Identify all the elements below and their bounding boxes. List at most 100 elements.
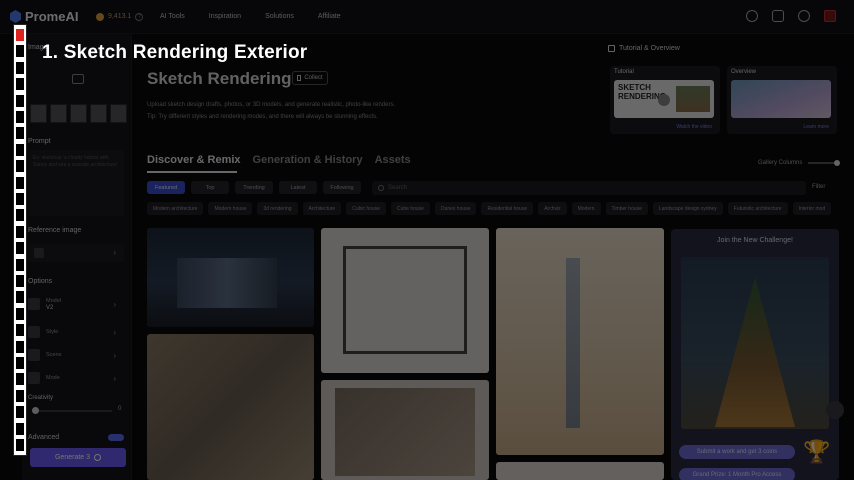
model-option[interactable]: Model V2 › xyxy=(28,295,124,313)
model-label: Model xyxy=(46,297,61,304)
filter-featured[interactable]: Featured xyxy=(147,181,185,194)
tag-chips: Modern architecture Modern house 3d render… xyxy=(147,202,841,215)
advanced-toggle[interactable] xyxy=(108,434,124,441)
prompt-input[interactable]: Ex: sketchup 'a cloudy harbor with Sanny… xyxy=(28,150,124,216)
generate-button[interactable]: Generate 3 xyxy=(30,448,126,467)
tag-chip[interactable]: 3d rendering xyxy=(257,202,298,215)
tag-chip[interactable]: Archviz xyxy=(538,202,567,215)
challenge-card[interactable]: Join the New Challenge! Submit a work an… xyxy=(671,229,839,480)
gallery-card[interactable] xyxy=(321,380,489,480)
nav-link-ai-tools[interactable]: AI Tools xyxy=(160,13,185,20)
overview-card[interactable]: Overview Learn more xyxy=(727,66,837,134)
style-option[interactable]: Style › xyxy=(28,323,124,341)
tag-chip[interactable]: Futuristic architecture xyxy=(727,202,788,215)
tag-chip[interactable]: Timber house xyxy=(605,202,648,215)
sample-thumb[interactable] xyxy=(30,104,47,123)
coin-balance[interactable]: 9,413.1 ? xyxy=(96,12,160,21)
active-tab-indicator xyxy=(147,171,237,173)
tag-chip[interactable]: Cube house xyxy=(391,202,430,215)
profile-icon[interactable] xyxy=(824,10,836,22)
tab-generation-history[interactable]: Generation & History xyxy=(253,154,363,166)
collect-button[interactable]: Collect xyxy=(292,71,328,85)
floor-plan-image xyxy=(343,246,467,354)
sample-thumb[interactable] xyxy=(50,104,67,123)
sample-thumb[interactable] xyxy=(70,104,87,123)
filter-button[interactable]: Filter xyxy=(812,184,825,190)
step-segment xyxy=(16,291,24,304)
tag-chip[interactable]: Landscape design sydney xyxy=(652,202,723,215)
step-segment xyxy=(16,127,24,140)
grand-prize-button[interactable]: Grand Prize: 1 Month Pro Access xyxy=(679,468,795,480)
globe-icon[interactable] xyxy=(798,10,810,22)
search-input[interactable]: Search xyxy=(372,181,806,195)
play-icon[interactable] xyxy=(658,94,670,106)
gallery-columns-slider[interactable] xyxy=(808,160,841,166)
upload-image-icon[interactable] xyxy=(72,74,84,84)
tag-chip[interactable]: Cubic house xyxy=(346,202,386,215)
nav-link-affiliate[interactable]: Affiliate xyxy=(318,13,341,20)
top-nav: PromeAI 9,413.1 ? AI Tools Inspiration S… xyxy=(0,0,854,34)
share-icon[interactable] xyxy=(826,401,844,419)
tag-chip[interactable]: Residential house xyxy=(481,202,534,215)
gallery-columns-control: Gallery Columns xyxy=(758,160,841,166)
gallery-card[interactable] xyxy=(321,228,489,373)
step-segment xyxy=(16,307,24,320)
overview-card-title: Overview xyxy=(731,69,757,75)
tag-chip[interactable]: Dunes house xyxy=(434,202,477,215)
submit-work-button[interactable]: Submit a work and get 3 coins xyxy=(679,445,795,459)
watch-video-link[interactable]: Watch the video xyxy=(676,124,712,130)
tutorial-thumbnail[interactable]: SKETCH RENDERING xyxy=(614,80,714,118)
step-segment xyxy=(16,357,24,369)
tutorial-card-title: Tutorial xyxy=(614,69,634,75)
tutorial-card[interactable]: Tutorial SKETCH RENDERING Watch the vide… xyxy=(610,66,720,134)
scene-label: Scene xyxy=(46,351,62,358)
filter-latest[interactable]: Latest xyxy=(279,181,317,194)
gallery-card[interactable] xyxy=(496,462,664,480)
creativity-value: 0 xyxy=(118,406,122,412)
creativity-slider-handle[interactable] xyxy=(32,407,39,414)
step-segment xyxy=(16,209,24,222)
style-label: Style xyxy=(46,328,59,335)
tag-chip[interactable]: Architecture xyxy=(302,202,342,215)
challenge-image xyxy=(681,257,829,429)
step-segment xyxy=(16,258,24,271)
creativity-slider-track[interactable] xyxy=(32,410,112,412)
tag-chip[interactable]: Interior mod xyxy=(792,202,832,215)
filter-following[interactable]: Following xyxy=(323,181,361,194)
logo[interactable]: PromeAI xyxy=(10,9,96,24)
gallery-card[interactable] xyxy=(496,228,664,455)
sample-thumb[interactable] xyxy=(90,104,107,123)
trophy-icon: 🏆 xyxy=(803,439,831,464)
gallery-columns-handle[interactable] xyxy=(834,160,841,166)
app-page: PromeAI 9,413.1 ? AI Tools Inspiration S… xyxy=(0,0,854,480)
sample-thumb[interactable] xyxy=(110,104,127,123)
help-icon[interactable]: ? xyxy=(135,12,144,21)
filter-trending[interactable]: Trending xyxy=(235,181,273,194)
chevron-right-icon: › xyxy=(113,327,116,337)
tag-chip[interactable]: Modern house xyxy=(208,202,253,215)
overview-thumbnail[interactable] xyxy=(731,80,831,118)
coin-amount: 9,413.1 xyxy=(108,13,132,20)
headset-icon[interactable] xyxy=(746,10,758,22)
gallery-card[interactable] xyxy=(147,228,314,327)
nav-link-inspiration[interactable]: Inspiration xyxy=(209,13,241,20)
model-icon xyxy=(28,298,40,310)
filter-top[interactable]: Top xyxy=(191,181,229,194)
nav-link-solutions[interactable]: Solutions xyxy=(265,13,294,20)
gallery-card[interactable] xyxy=(147,334,314,480)
coin-icon xyxy=(94,454,102,461)
book-icon xyxy=(608,45,615,52)
learn-more-link[interactable]: Learn more xyxy=(803,124,829,130)
mode-option[interactable]: Mode › xyxy=(28,369,124,387)
tab-assets[interactable]: Assets xyxy=(375,154,411,166)
collect-label: Collect xyxy=(304,75,323,81)
step-segment xyxy=(16,160,24,173)
tab-discover-remix[interactable]: Discover & Remix xyxy=(147,154,241,166)
tag-chip[interactable]: Modern architecture xyxy=(147,202,204,215)
scene-option[interactable]: Scene › xyxy=(28,346,124,364)
tutorial-header-label: Tutorial & Overview xyxy=(619,45,680,52)
reference-image-picker[interactable]: › xyxy=(28,244,124,262)
step-segment xyxy=(16,111,24,123)
tag-chip[interactable]: Modern xyxy=(571,202,601,215)
gift-icon[interactable] xyxy=(772,10,784,22)
